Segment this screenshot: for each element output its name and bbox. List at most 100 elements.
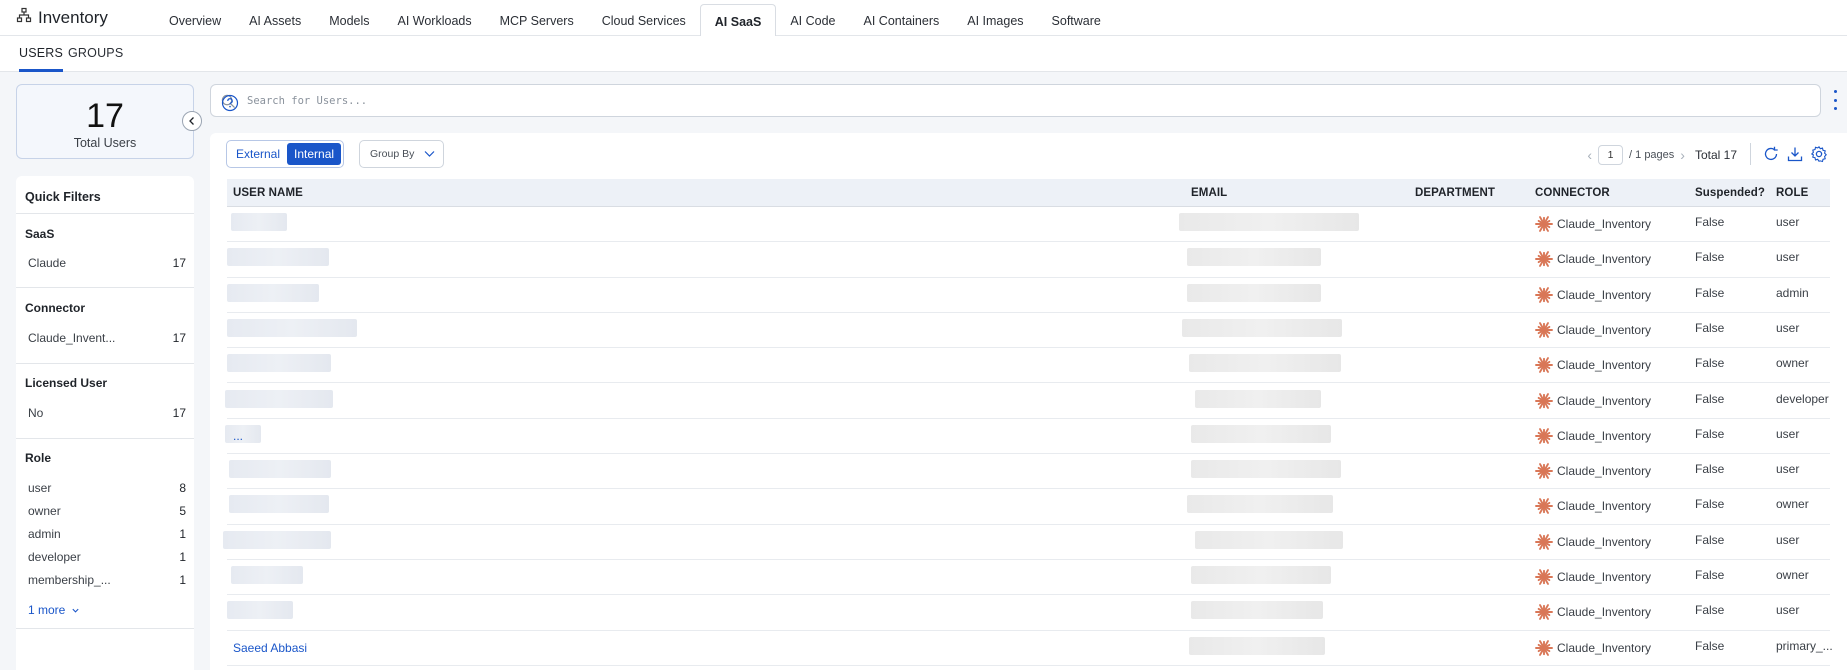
tab-cloud-services[interactable]: Cloud Services <box>588 4 700 36</box>
claude-icon <box>1535 604 1553 621</box>
tab-ai-saas[interactable]: AI SaaS <box>699 4 777 37</box>
divider <box>16 287 194 288</box>
divider <box>16 628 194 629</box>
external-toggle[interactable]: External <box>229 143 287 165</box>
suspended-cell: False <box>1695 603 1725 618</box>
redacted-user-name <box>223 530 331 549</box>
column-header-connector[interactable]: CONNECTOR <box>1535 187 1610 199</box>
redacted-user-name <box>231 566 303 584</box>
tab-ai-containers[interactable]: AI Containers <box>850 4 954 36</box>
next-page-icon[interactable]: › <box>1680 147 1685 163</box>
connector-name: Claude_Inventory <box>1557 217 1652 231</box>
total-count: Total 17 <box>1694 148 1737 162</box>
connector-cell: Claude_Inventory <box>1535 392 1651 410</box>
chevron-down-icon <box>424 151 435 157</box>
filter-item[interactable]: developer 1 <box>28 550 186 564</box>
role-cell: user <box>1776 532 1800 547</box>
search-input[interactable] <box>247 92 1747 110</box>
table-row[interactable]: Claude_Inventory False user <box>227 242 1830 278</box>
suspended-cell: False <box>1695 638 1725 653</box>
page-input[interactable]: 1 <box>1598 145 1624 165</box>
filter-item[interactable]: owner 5 <box>28 504 186 518</box>
internal-toggle[interactable]: Internal <box>287 143 342 165</box>
claude-icon <box>1535 322 1553 338</box>
suspended-cell: False <box>1695 285 1725 300</box>
filter-section-saas: SaaS <box>25 227 55 241</box>
claude-icon <box>1535 216 1553 232</box>
table-row[interactable]: Claude_Inventory False user <box>227 207 1830 243</box>
filter-item[interactable]: No 17 <box>28 406 186 420</box>
user-name-link[interactable]: ... <box>233 429 243 443</box>
table-row[interactable]: Claude_Inventory False user <box>227 595 1830 631</box>
subtab-groups[interactable]: GROUPS <box>68 46 123 69</box>
table-row[interactable]: Saeed Abbasi Claude_Inventory False primary… <box>227 631 1833 666</box>
suspended-cell: False <box>1695 320 1725 335</box>
redacted-user-name <box>227 354 331 373</box>
help-icon[interactable] <box>221 94 239 112</box>
column-header-user-name[interactable]: USER NAME <box>233 187 303 199</box>
filter-item-count: 17 <box>172 331 186 345</box>
total-users-label: Total Users <box>73 136 137 150</box>
prev-page-icon[interactable]: ‹ <box>1587 147 1592 163</box>
subtab-users[interactable]: USERS <box>19 46 64 72</box>
tab-models[interactable]: Models <box>315 4 383 36</box>
connector-name: Claude_Inventory <box>1557 499 1652 514</box>
download-icon[interactable] <box>1786 145 1804 163</box>
show-more-link[interactable]: 1 more <box>28 603 80 617</box>
redacted-email <box>1187 248 1321 267</box>
column-header-department[interactable]: DEPARTMENT <box>1415 187 1495 199</box>
group-by-label: Group By <box>370 148 415 160</box>
group-by-select[interactable]: Group By <box>359 140 444 168</box>
table-row[interactable]: Claude_Inventory False owner <box>227 348 1830 384</box>
suspended-cell: False <box>1695 356 1725 371</box>
tab-ai-code[interactable]: AI Code <box>776 4 849 36</box>
table-row[interactable]: Claude_Inventory False owner <box>227 489 1830 525</box>
pages-label: / 1 pages <box>1629 149 1675 161</box>
filter-item[interactable]: Claude 17 <box>28 256 186 270</box>
app-title-text: Inventory <box>38 7 108 27</box>
scope-toggle: External Internal <box>226 140 345 168</box>
tab-ai-assets[interactable]: AI Assets <box>235 4 315 36</box>
filter-item[interactable]: user 8 <box>28 481 186 495</box>
tab-ai-workloads[interactable]: AI Workloads <box>384 4 486 36</box>
column-header-suspended[interactable]: Suspended? <box>1695 187 1765 199</box>
tab-software[interactable]: Software <box>1038 4 1115 36</box>
suspended-cell: False <box>1695 497 1725 512</box>
claude-icon <box>1535 639 1553 656</box>
tab-overview[interactable]: Overview <box>155 4 235 36</box>
role-cell: user <box>1776 462 1800 477</box>
connector-cell: Claude_Inventory <box>1535 250 1651 268</box>
table-row[interactable]: Claude_Inventory False owner <box>227 560 1830 596</box>
redacted-user-name <box>231 213 287 231</box>
redacted-email <box>1191 424 1331 443</box>
table-row[interactable]: Claude_Inventory False admin <box>227 278 1830 313</box>
tab-ai-images[interactable]: AI Images <box>953 4 1037 36</box>
connector-name: Claude_Inventory <box>1557 534 1652 549</box>
role-cell: user <box>1776 320 1800 335</box>
filter-item[interactable]: admin 1 <box>28 527 186 541</box>
connector-cell: Claude_Inventory <box>1535 286 1651 304</box>
column-header-role[interactable]: ROLE <box>1776 187 1808 199</box>
table-row[interactable]: Claude_Inventory False developer <box>225 384 1830 419</box>
tab-mcp-servers[interactable]: MCP Servers <box>486 4 588 36</box>
chevron-left-icon <box>189 117 194 125</box>
filter-item[interactable]: membership_... 1 <box>28 573 186 587</box>
user-name-link[interactable]: Saeed Abbasi <box>233 641 307 655</box>
filter-item-count: 1 <box>179 573 186 587</box>
role-cell: admin <box>1776 285 1809 300</box>
kebab-icon[interactable] <box>1832 90 1838 110</box>
suspended-cell: False <box>1695 215 1725 229</box>
collapse-panel-button[interactable] <box>182 111 202 131</box>
refresh-icon[interactable] <box>1762 145 1780 163</box>
table-row[interactable]: Claude_Inventory False user <box>223 525 1830 560</box>
table-row[interactable]: Claude_Inventory False user <box>227 313 1830 349</box>
table-row[interactable]: ... Claude_Inventory False user <box>225 419 1830 455</box>
filter-item[interactable]: Claude_Invent... 17 <box>28 331 186 345</box>
redacted-user-name <box>227 601 293 620</box>
connector-name: Claude_Inventory <box>1557 393 1652 408</box>
table-row[interactable]: Claude_Inventory False user <box>227 454 1830 490</box>
redacted-user-name <box>229 460 331 479</box>
column-header-email[interactable]: EMAIL <box>1191 187 1227 199</box>
role-cell: owner <box>1776 497 1809 512</box>
gear-icon[interactable] <box>1810 145 1828 163</box>
